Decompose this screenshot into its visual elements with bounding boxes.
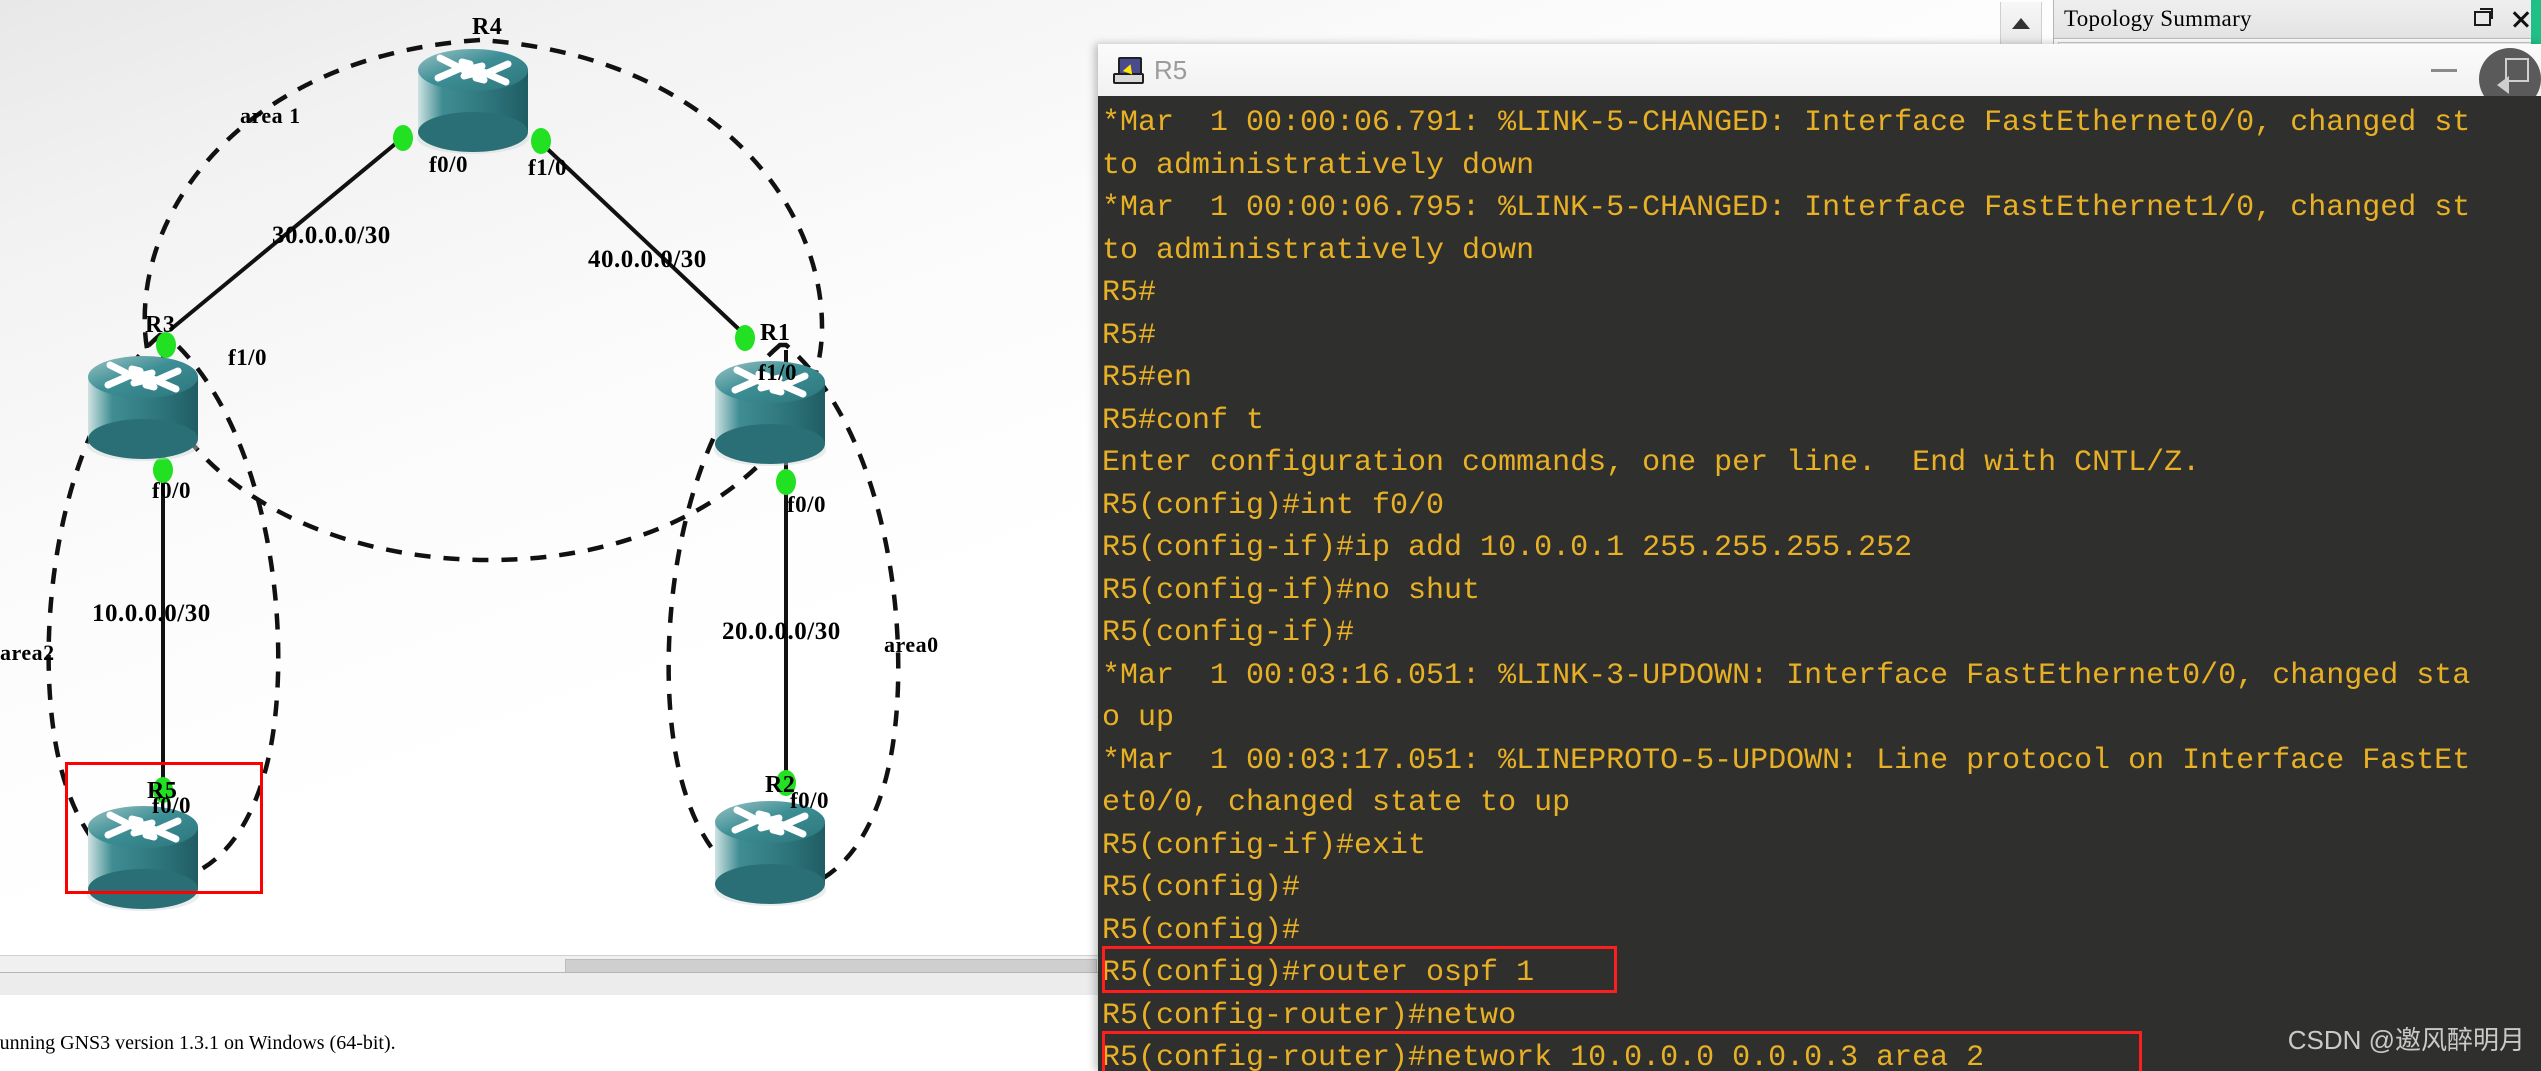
terminal-line: *Mar 1 00:00:06.795: %LINK-5-CHANGED: In… bbox=[1102, 191, 2471, 225]
terminal-line: R5# bbox=[1102, 318, 1157, 353]
putty-console-icon bbox=[1112, 57, 1144, 84]
terminal-line: R5(config-if)# bbox=[1102, 616, 1355, 650]
terminal-window-r5: R5 *Mar 1 00:00:06.791: %LINK-5-CHANGED:… bbox=[1098, 44, 2541, 1071]
interface-label: f0/0 bbox=[790, 788, 830, 813]
dock-collapse-button[interactable] bbox=[2000, 2, 2042, 45]
terminal-line: R5(config)#router ospf 1 bbox=[1102, 956, 1535, 990]
area-label: area 1 bbox=[240, 103, 301, 128]
interface-label: f0/0 bbox=[787, 492, 827, 517]
restore-icon[interactable] bbox=[2472, 8, 2494, 30]
selection-highlight-box bbox=[65, 762, 263, 894]
terminal-line: R5#conf t bbox=[1102, 403, 1265, 438]
screenshot-root: R4 R3 R1 R5 R2 f0/0 f1/0 f1/0 f1/0 f0/0 … bbox=[0, 0, 2541, 1071]
terminal-tab-r5[interactable]: R5 bbox=[1112, 44, 1187, 96]
router-label-r1: R1 bbox=[760, 320, 791, 346]
minimize-icon bbox=[2431, 68, 2457, 72]
interface-label: f1/0 bbox=[758, 360, 798, 385]
terminal-line: Enter configuration commands, one per li… bbox=[1102, 446, 2201, 480]
router-icon-r3 bbox=[87, 356, 199, 461]
area-label: area0 bbox=[884, 632, 939, 657]
minimize-button[interactable] bbox=[2409, 44, 2479, 96]
terminal-titlebar: R5 bbox=[1098, 44, 2541, 110]
terminal-line: R5(config-if)#exit bbox=[1102, 828, 1427, 863]
network-label: 10.0.0.0/30 bbox=[92, 600, 211, 627]
terminal-line: R5# bbox=[1102, 276, 1157, 310]
network-label: 20.0.0.0/30 bbox=[722, 618, 841, 645]
terminal-line: to administratively down bbox=[1102, 148, 1535, 183]
topology-summary-title: Topology Summary bbox=[2064, 6, 2252, 31]
interface-status-dot bbox=[735, 325, 755, 351]
terminal-line: R5(config)# bbox=[1102, 871, 1301, 905]
area-label: area2 bbox=[0, 640, 55, 665]
terminal-tab-label: R5 bbox=[1154, 54, 1188, 85]
close-icon[interactable] bbox=[2510, 8, 2532, 30]
terminal-line: R5(config-if)#no shut bbox=[1102, 573, 1481, 608]
terminal-line: *Mar 1 00:03:17.051: %LINEPROTO-5-UPDOWN… bbox=[1102, 743, 2471, 778]
terminal-line: to administratively down bbox=[1102, 233, 1535, 268]
chevron-up-icon bbox=[2012, 17, 2030, 29]
terminal-line: R5(config)# bbox=[1102, 913, 1301, 948]
terminal-line: R5(config-if)#ip add 10.0.0.1 255.255.25… bbox=[1102, 531, 1913, 565]
console-status-text: management console. Running GNS3 version… bbox=[0, 1032, 396, 1054]
terminal-line: *Mar 1 00:03:16.051: %LINK-3-UPDOWN: Int… bbox=[1102, 658, 2471, 693]
terminal-line: o up bbox=[1102, 701, 1175, 735]
interface-label: f0/0 bbox=[152, 478, 192, 503]
router-label-r4: R4 bbox=[472, 14, 503, 40]
link-r4-r1 bbox=[538, 140, 747, 337]
interface-label: f1/0 bbox=[228, 345, 268, 370]
csdn-watermark: CSDN @邀风醉明月 bbox=[2287, 1025, 2525, 1055]
interface-label: f0/0 bbox=[429, 152, 469, 177]
terminal-output-area[interactable]: *Mar 1 00:00:06.791: %LINK-5-CHANGED: In… bbox=[1098, 96, 2541, 1071]
terminal-line: R5#en bbox=[1102, 361, 1193, 395]
terminal-line: et0/0, changed state to up bbox=[1102, 786, 1571, 820]
router-icon-r2 bbox=[714, 801, 826, 906]
interface-label: f1/0 bbox=[528, 155, 568, 180]
interface-status-dot bbox=[531, 128, 551, 154]
back-arrow-icon bbox=[2497, 76, 2509, 94]
network-label: 40.0.0.0/30 bbox=[588, 246, 707, 273]
network-label: 30.0.0.0/30 bbox=[272, 222, 391, 249]
router-label-r3: R3 bbox=[145, 312, 176, 338]
terminal-line: *Mar 1 00:00:06.791: %LINK-5-CHANGED: In… bbox=[1102, 106, 2471, 140]
router-icon-r4 bbox=[417, 49, 529, 154]
interface-status-dot bbox=[393, 125, 413, 151]
terminal-line: R5(config)#int f0/0 bbox=[1102, 488, 1445, 523]
